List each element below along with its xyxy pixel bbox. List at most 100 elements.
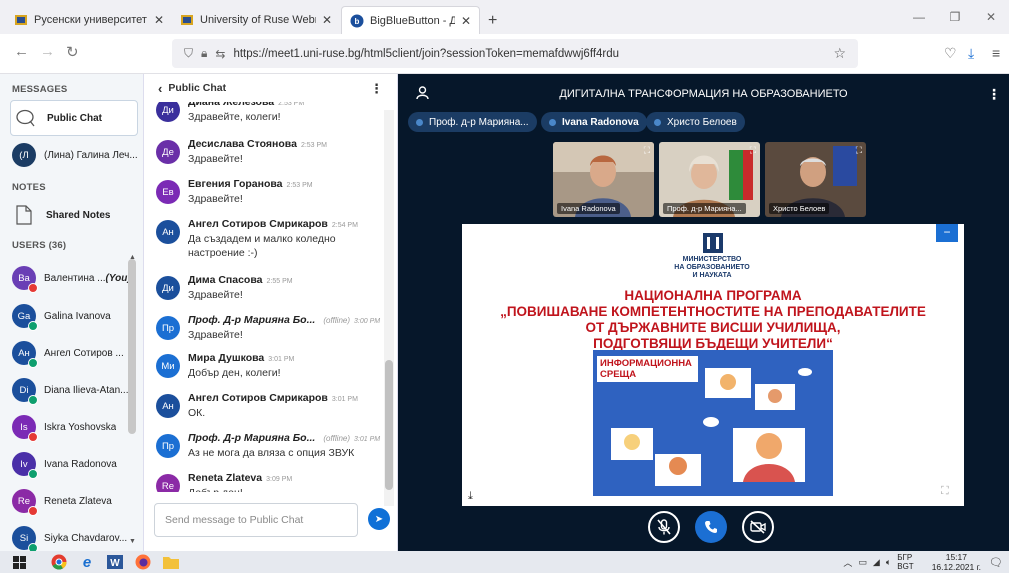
word-icon[interactable]: W [106,553,124,571]
user-list-item[interactable]: Ан Ангел Сотиров ... [10,335,138,371]
shared-notes-item[interactable]: Shared Notes [10,197,138,233]
fullscreen-presentation-icon[interactable]: ⛶ [941,485,949,498]
close-tab-icon[interactable]: ✕ [322,13,332,27]
mute-button[interactable] [648,511,680,543]
fullscreen-icon[interactable]: ⛶ [750,145,756,156]
sender-name: Проф. Д-р Марияна Бо... [188,432,316,444]
notifications-icon[interactable]: 🗨︎ [989,556,1003,569]
user-name: Diana Ilieva-Atan... [44,384,129,396]
internet-explorer-icon[interactable]: e [78,553,96,571]
download-presentation-icon[interactable]: ⤓ [468,490,473,503]
avatar: Ан [12,341,38,368]
bookmark-star-icon[interactable]: ☆ [833,45,846,62]
chat-scrollbar[interactable] [384,110,394,506]
windows-start-icon[interactable] [10,553,28,571]
system-clock[interactable]: 15:17 16.12.2021 г. [932,552,981,572]
firefox-icon[interactable] [134,553,152,571]
show-hidden-icons-icon[interactable]: ︿ [843,556,852,569]
share-webcam-button[interactable] [742,511,774,543]
input-language-line: БГР [897,553,913,562]
user-list-item[interactable]: Di Diana Ilieva-Atan... [10,372,138,408]
private-chat-item[interactable]: (Л (Лина) Галина Леч... [10,137,138,173]
avatar: Пр [156,434,180,458]
message-time: 2:54 PM [331,222,358,229]
leave-audio-button[interactable] [695,511,727,543]
send-message-button[interactable]: ➤ [368,508,390,530]
tab-webmail[interactable]: University of Ruse Webmail :: R ✕ [172,6,340,34]
presentation-slide[interactable]: МИНИСТЕРСТВО НА ОБРАЗОВАНИЕТО И НАУКАТА … [462,224,964,506]
talking-indicator[interactable]: Ivana Radonova [541,112,647,132]
back-arrow-icon[interactable]: ← [14,43,29,60]
chat-options-icon[interactable]: ⋮ [370,81,383,97]
network-icon[interactable]: ◢ [873,557,880,568]
chrome-logo-icon [51,554,67,570]
chat-message-body: Проф. Д-р Марияна Бо... (offline) 3:00 PM З… [188,314,380,342]
fullscreen-icon[interactable]: ⛶ [644,145,650,156]
public-chat-label: Public Chat [47,112,103,124]
chat-sender: Диана Железова 2:53 PM [188,102,380,108]
forward-arrow-icon[interactable]: → [40,43,55,60]
talking-indicator[interactable]: Христо Белоев [646,112,745,132]
chat-message: Ми Мира Душкова 3:01 PM Добър ден, колеги! [154,352,380,380]
ministry-name-line: И НАУКАТА [692,272,732,279]
download-icon[interactable]: ⤓ [968,45,974,62]
options-menu-icon[interactable]: ⋮ [987,86,1001,103]
fullscreen-icon[interactable]: ⛶ [856,145,862,156]
users-scrollbar[interactable] [128,259,136,434]
tab-ruse-university[interactable]: Русенски университет ✕ [6,6,172,34]
close-tab-icon[interactable]: ✕ [461,14,471,28]
webcam-video[interactable]: Проф. д-р Марияна... ⛶ [659,142,760,217]
menu-icon[interactable]: ≡ [992,45,1000,61]
reload-icon[interactable]: ↻ [66,43,79,61]
webcam-video[interactable]: Ivana Radonova ⛶ [553,142,654,217]
avatar-initials: Ан [18,347,30,359]
muted-microphone-icon [28,283,38,293]
restore-icon[interactable]: ❐ [937,0,973,34]
webcam-video[interactable]: Христо Белоев ⛶ [765,142,866,217]
avatar: Di [12,378,38,405]
user-list-item[interactable]: Is Iskra Yoshovska [10,409,138,445]
chat-sender: Евгения Горанова 2:53 PM [188,178,380,190]
user-list-item[interactable]: Re Reneta Zlateva [10,483,138,519]
user-list-item[interactable]: Ва Валентина ... (You) [10,260,138,296]
close-tab-icon[interactable]: ✕ [154,13,164,27]
minimize-icon[interactable]: — [901,0,937,34]
user-list-item[interactable]: Ga Galina Ivanova [10,298,138,334]
shared-notes-label: Shared Notes [46,209,111,221]
address-bar[interactable]: ⛉ 🔒︎ ⇆ https://meet1.uni-ruse.bg/html5cl… [172,39,858,68]
info-tag-line: СРЕЩА [600,369,637,380]
listen-only-icon [28,321,38,331]
battery-icon[interactable]: ▭ [858,557,867,568]
clock-time: 15:17 [945,552,967,562]
scroll-down-icon[interactable]: ▼ [129,538,136,545]
public-chat-item[interactable]: Public Chat [10,100,138,136]
permissions-icon: ⇆ [215,46,226,61]
new-tab-icon[interactable]: + [488,12,497,30]
user-list-item[interactable]: Si Siyka Chavdarov... [10,520,138,551]
chat-header[interactable]: ‹ Public Chat [144,74,397,102]
message-text: Добър ден! [188,486,380,492]
tab-bigbluebutton[interactable]: b BigBlueButton - ДИГИТАЛНА Т ✕ [341,6,480,34]
close-window-icon[interactable]: ✕ [973,0,1009,34]
input-language[interactable]: БГР BGT [897,553,913,571]
url-text[interactable]: https://meet1.uni-ruse.bg/html5client/jo… [233,48,619,60]
chat-message-input[interactable]: Send message to Public Chat [154,503,358,537]
chrome-icon[interactable] [50,553,68,571]
back-chevron-icon[interactable]: ‹ [158,81,162,96]
talking-indicator[interactable]: Проф. д-р Марияна... [408,112,537,132]
message-time: 2:53 PM [286,182,313,189]
file-explorer-icon[interactable] [162,553,180,571]
avatar: Ан [156,394,180,418]
chat-sender: Проф. Д-р Марияна Бо... (offline) 3:00 PM [188,314,380,326]
message-text: Добър ден, колеги! [188,367,281,379]
send-arrow-icon: ➤ [374,513,384,525]
scroll-up-icon[interactable]: ▲ [129,254,136,261]
chat-scroll-thumb[interactable] [385,360,393,490]
lock-icon: 🔒︎ [201,46,208,60]
volume-icon[interactable]: 🔈︎ [886,557,891,568]
minimize-presentation-button[interactable]: − [936,224,958,242]
pocket-icon[interactable]: ♡ [944,45,957,62]
user-list-item[interactable]: Iv Ivana Radonova [10,446,138,482]
avatar: Iv [12,452,38,479]
chat-message: Ев Евгения Горанова 2:53 PM Здравейте! [154,178,380,206]
